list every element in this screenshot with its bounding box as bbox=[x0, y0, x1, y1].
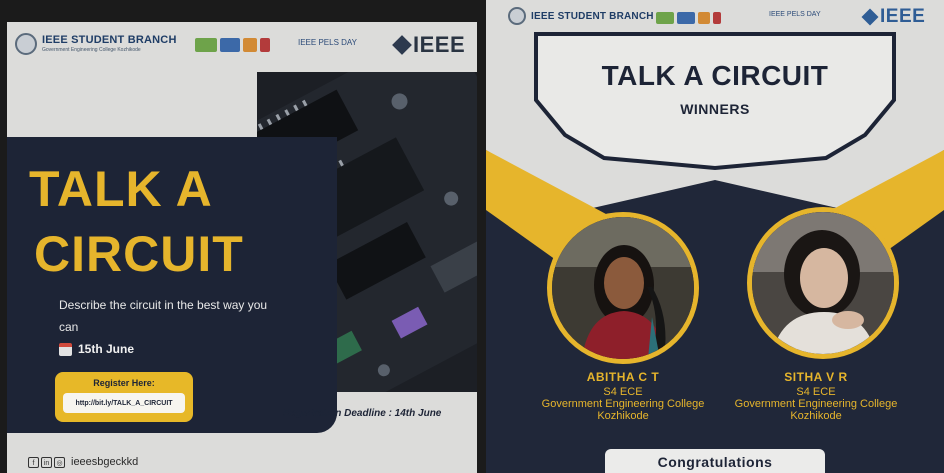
winner-photo bbox=[747, 207, 899, 359]
student-branch-badge-icon bbox=[15, 33, 37, 55]
registration-deadline: Registration Deadline : 14th June bbox=[283, 408, 442, 419]
ieee-wordmark: IEEE bbox=[413, 32, 466, 57]
event-description: Describe the circuit in the best way you… bbox=[59, 298, 268, 334]
ieee-diamond-icon bbox=[861, 8, 879, 26]
right-logo-bar: IEEE STUDENT BRANCH IEEE PELS DAY IEEE bbox=[486, 0, 944, 34]
student-branch-badge-icon bbox=[508, 7, 526, 25]
pels-day-logo: IEEE PELS DAY bbox=[769, 11, 821, 18]
event-title-line1: TALK A bbox=[29, 161, 213, 217]
partner-logo-icon bbox=[713, 12, 721, 24]
ieee-wordmark: IEEE bbox=[880, 6, 926, 27]
logo-bar: IEEE STUDENT BRANCH Government Engineeri… bbox=[7, 22, 477, 70]
partner-logo-icon bbox=[698, 12, 710, 24]
social-media-row: f in ◎ ieeesbgeckkd bbox=[28, 456, 138, 468]
event-title-line2: CIRCUIT bbox=[34, 226, 244, 282]
partner-logos bbox=[195, 35, 275, 55]
winner-class: S4 ECE bbox=[796, 386, 836, 398]
ieee-logo: IEEE bbox=[861, 6, 926, 28]
winners-subtitle: WINNERS bbox=[680, 101, 750, 117]
winner-photo bbox=[547, 212, 699, 364]
partner-logo-icon bbox=[243, 38, 257, 52]
partner-logo-icon bbox=[260, 38, 270, 52]
partner-logos bbox=[656, 8, 726, 28]
congratulations-banner: Congratulations bbox=[605, 449, 825, 473]
ieee-student-branch-logo: IEEE STUDENT BRANCH Government Engineeri… bbox=[15, 33, 177, 55]
instagram-icon[interactable]: ◎ bbox=[54, 456, 65, 468]
winner-name: ABITHA C T bbox=[586, 370, 660, 384]
calendar-icon bbox=[59, 342, 72, 356]
winner-name: SITHA V R bbox=[784, 370, 848, 384]
social-handle: ieeesbgeckkd bbox=[71, 456, 139, 468]
header-shape bbox=[486, 0, 944, 260]
branch-subtitle: Government Engineering College Kozhikode bbox=[42, 47, 141, 53]
event-date: 15th June bbox=[59, 342, 134, 356]
pels-day-label: IEEE PELS DAY bbox=[769, 11, 821, 18]
pels-day-logo: IEEE PELS DAY bbox=[298, 38, 357, 47]
partner-logo-icon bbox=[220, 38, 240, 52]
register-box: Register Here: http://bit.ly/TALK_A_CIRC… bbox=[55, 372, 193, 422]
partner-logo-icon bbox=[656, 12, 674, 24]
event-date-text: 15th June bbox=[78, 342, 135, 356]
partner-logo-icon bbox=[195, 38, 217, 52]
register-link[interactable]: http://bit.ly/TALK_A_CIRCUIT bbox=[63, 393, 185, 413]
pels-day-label: IEEE PELS DAY bbox=[298, 38, 357, 47]
winners-poster: IEEE STUDENT BRANCH IEEE PELS DAY IEEE T… bbox=[486, 0, 944, 473]
ieee-diamond-icon bbox=[392, 35, 412, 55]
partner-logo-icon bbox=[677, 12, 695, 24]
winners-title: TALK A CIRCUIT bbox=[601, 60, 829, 91]
facebook-icon[interactable]: f bbox=[28, 456, 39, 468]
winner-class: S4 ECE bbox=[603, 386, 643, 398]
branch-title: IEEE STUDENT BRANCH bbox=[42, 34, 177, 46]
winner-college: Government Engineering College Kozhikode bbox=[734, 398, 898, 422]
linkedin-icon[interactable]: in bbox=[41, 456, 52, 468]
register-label: Register Here: bbox=[93, 378, 155, 388]
talk-a-circuit-poster: IEEE STUDENT BRANCH Government Engineeri… bbox=[7, 22, 477, 473]
branch-title: IEEE STUDENT BRANCH bbox=[531, 10, 654, 22]
ieee-logo: IEEE bbox=[392, 32, 466, 58]
winner-college: Government Engineering College Kozhikode bbox=[541, 398, 705, 422]
ieee-student-branch-logo: IEEE STUDENT BRANCH bbox=[508, 7, 654, 25]
